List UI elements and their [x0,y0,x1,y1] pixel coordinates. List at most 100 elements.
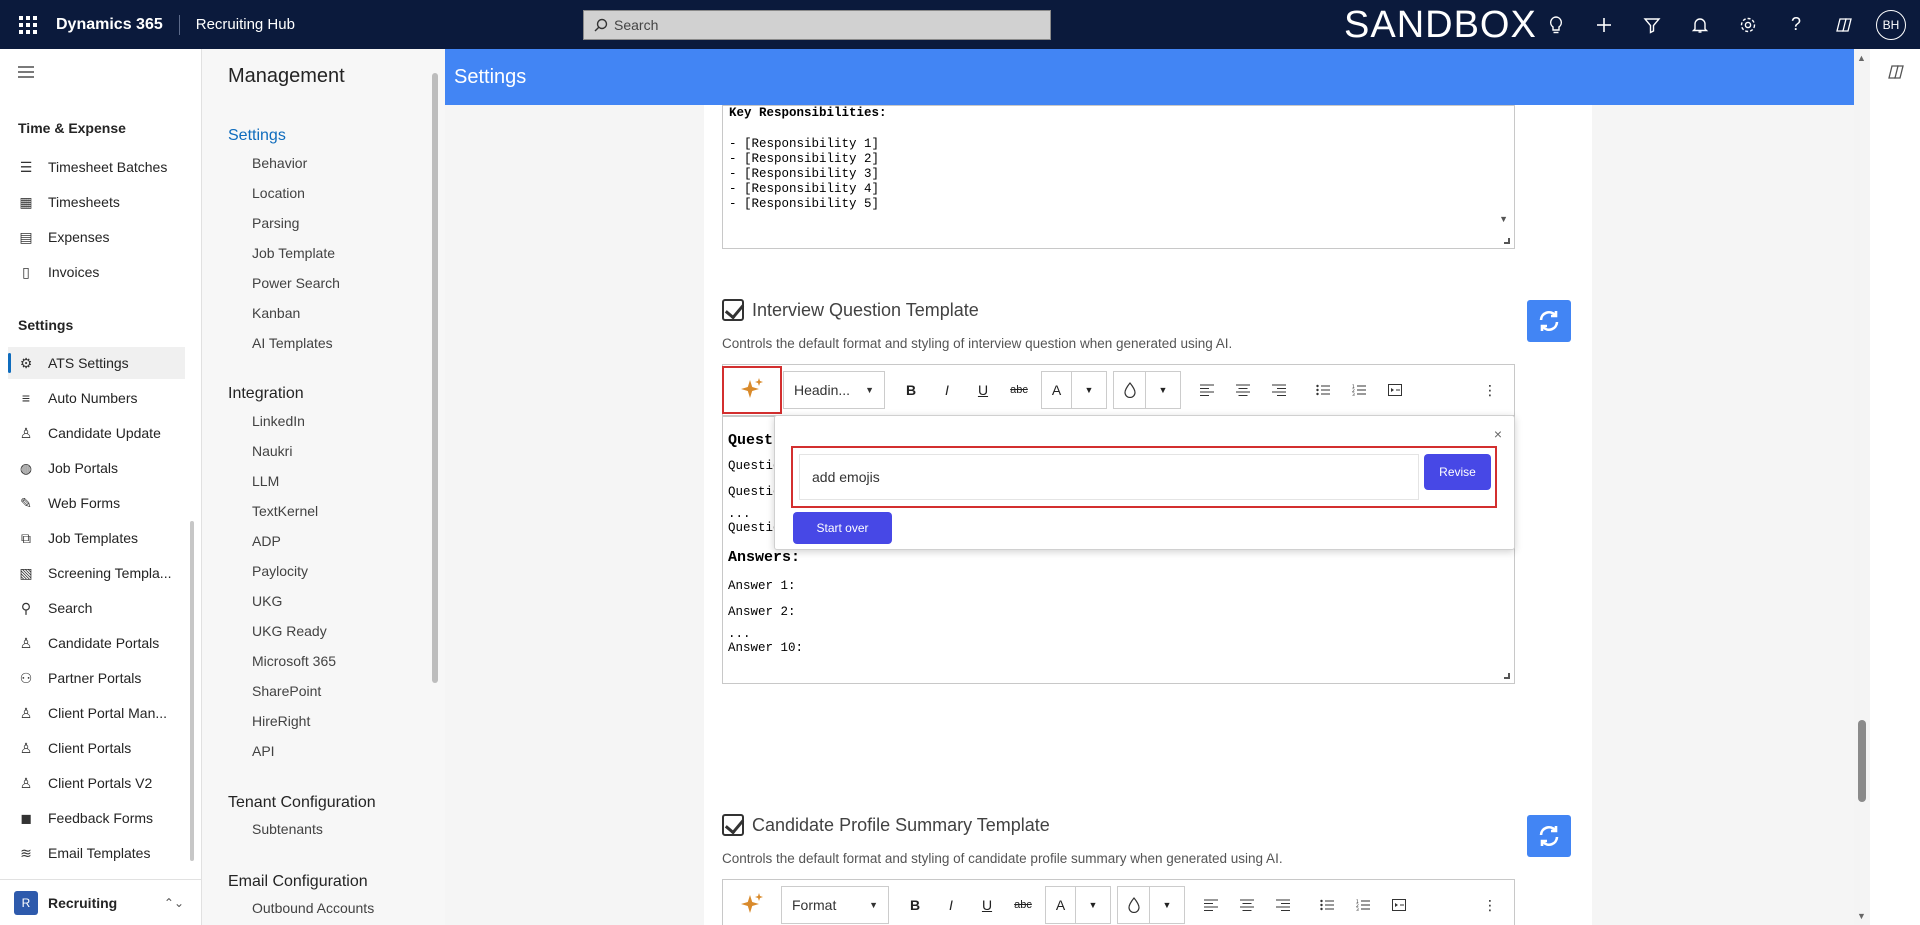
mgmt-link-ai-templates[interactable]: AI Templates [252,335,333,351]
candidate-template-checkbox[interactable] [722,814,744,836]
start-over-button[interactable]: Start over [793,512,892,544]
underline-button[interactable]: U [969,887,1005,923]
indent-icon[interactable] [1381,887,1417,923]
candidate-refresh-button[interactable] [1527,815,1571,857]
app-launcher-icon[interactable] [0,0,56,49]
italic-button[interactable]: I [929,372,965,408]
search-input[interactable]: Search [583,10,1051,40]
bold-button[interactable]: B [893,372,929,408]
mgmt-link-llm[interactable]: LLM [252,473,279,489]
more-options-icon[interactable]: ⋮ [1472,372,1508,408]
resize-handle-icon[interactable] [1504,238,1510,244]
mgmt-link-linkedin[interactable]: LinkedIn [252,413,305,429]
mgmt-link-parsing[interactable]: Parsing [252,215,299,231]
mgmt-link-hireright[interactable]: HireRight [252,713,310,729]
mgmt-link-outbound-accounts[interactable]: Outbound Accounts [252,900,374,916]
page-scrollbar-thumb[interactable] [1858,720,1866,802]
sidebar-item-feedback-forms[interactable]: ◼ Feedback Forms [8,802,185,834]
interview-template-checkbox[interactable] [722,299,744,321]
interview-refresh-button[interactable] [1527,300,1571,342]
plus-icon[interactable] [1580,0,1628,49]
mgmt-link-textkernel[interactable]: TextKernel [252,503,318,519]
align-right-icon[interactable] [1261,372,1297,408]
sidebar-item-job-templates[interactable]: ⧉ Job Templates [8,522,185,554]
job-template-editor[interactable]: Key Responsibilities: - [Responsibility … [722,105,1515,249]
font-color-button[interactable]: A [1042,372,1072,408]
mgmt-link-kanban[interactable]: Kanban [252,305,300,321]
resize-handle-icon[interactable] [1504,673,1510,679]
brand-name[interactable]: Dynamics 365 [56,14,180,35]
droplet-icon[interactable] [1114,372,1146,408]
sidebar-item-ats-settings[interactable]: ⚙ ATS Settings [8,347,185,379]
more-options-icon[interactable]: ⋮ [1472,887,1508,923]
scroll-up-arrow-icon[interactable]: ▲ [1857,53,1866,63]
paragraph-style-select[interactable]: Format ▼ [781,886,889,924]
ai-assist-button[interactable] [723,882,781,925]
sidebar-item-candidate-portals[interactable]: ♙ Candidate Portals [8,627,185,659]
font-color-dropdown-icon[interactable]: ▼ [1072,372,1106,408]
mgmt-link-ukg[interactable]: UKG [252,593,282,609]
mgmt-link-sharepoint[interactable]: SharePoint [252,683,321,699]
sidebar-item-client-portals[interactable]: ♙ Client Portals [8,732,185,764]
management-scrollbar[interactable] [432,73,438,683]
indent-icon[interactable] [1377,372,1413,408]
hamburger-menu-icon[interactable] [18,65,34,81]
mgmt-link-power-search[interactable]: Power Search [252,275,340,291]
app-name[interactable]: Recruiting Hub [180,16,295,33]
mgmt-link-ukg-ready[interactable]: UKG Ready [252,623,327,639]
align-right-icon[interactable] [1265,887,1301,923]
bold-button[interactable]: B [897,887,933,923]
align-left-icon[interactable] [1189,372,1225,408]
strikethrough-button[interactable]: abc [1001,372,1037,408]
sidebar-item-invoices[interactable]: ▯ Invoices [8,256,185,288]
copilot-icon[interactable] [1887,63,1905,84]
sidebar-item-timesheets[interactable]: ▦ Timesheets [8,186,185,218]
sidebar-item-web-forms[interactable]: ✎ Web Forms [8,487,185,519]
font-color-dropdown-icon[interactable]: ▼ [1076,887,1110,923]
filter-icon[interactable] [1628,0,1676,49]
font-color-button[interactable]: A [1046,887,1076,923]
mgmt-link-microsoft-365[interactable]: Microsoft 365 [252,653,336,669]
sidebar-item-partner-portals[interactable]: ⚇ Partner Portals [8,662,185,694]
mgmt-link-job-template[interactable]: Job Template [252,245,335,261]
droplet-icon[interactable] [1118,887,1150,923]
sidebar-item-auto-numbers[interactable]: ≡ Auto Numbers [8,382,185,414]
italic-button[interactable]: I [933,887,969,923]
close-icon[interactable]: × [1494,426,1502,442]
numbered-list-icon[interactable]: 123 [1345,887,1381,923]
copilot-icon[interactable] [1820,0,1868,49]
sidebar-item-job-portals[interactable]: ◍ Job Portals [8,452,185,484]
mgmt-link-naukri[interactable]: Naukri [252,443,292,459]
management-section-settings[interactable]: Settings [228,127,286,145]
ai-assist-button[interactable] [722,366,782,414]
highlight-dropdown-icon[interactable]: ▼ [1150,887,1184,923]
scroll-down-arrow-icon[interactable]: ▼ [1499,214,1508,224]
bell-icon[interactable] [1676,0,1724,49]
revise-button[interactable]: Revise [1424,454,1491,490]
mgmt-link-api[interactable]: API [252,743,275,759]
sidebar-item-client-portal-management[interactable]: ♙ Client Portal Man... [8,697,185,729]
sidebar-item-email-templates[interactable]: ≋ Email Templates [8,837,185,869]
bulleted-list-icon[interactable] [1305,372,1341,408]
align-center-icon[interactable] [1225,372,1261,408]
sidebar-item-expenses[interactable]: ▤ Expenses [8,221,185,253]
highlight-dropdown-icon[interactable]: ▼ [1146,372,1180,408]
mgmt-link-adp[interactable]: ADP [252,533,281,549]
area-switcher[interactable]: R Recruiting ⌃⌄ [0,879,202,925]
sidebar-item-candidate-update[interactable]: ♙ Candidate Update [8,417,185,449]
sidebar-scrollbar[interactable] [190,521,194,861]
mgmt-link-subtenants[interactable]: Subtenants [252,821,323,837]
mgmt-link-location[interactable]: Location [252,185,305,201]
strikethrough-button[interactable]: abc [1005,887,1041,923]
help-icon[interactable]: ? [1772,0,1820,49]
underline-button[interactable]: U [965,372,1001,408]
avatar[interactable]: BH [1876,9,1906,40]
align-center-icon[interactable] [1229,887,1265,923]
numbered-list-icon[interactable]: 123 [1341,372,1377,408]
paragraph-style-select[interactable]: Headin... ▼ [783,371,885,409]
ai-prompt-input[interactable]: add emojis [799,454,1419,500]
bulleted-list-icon[interactable] [1309,887,1345,923]
sidebar-item-search[interactable]: ⚲ Search [8,592,185,624]
sidebar-item-timesheet-batches[interactable]: ☰ Timesheet Batches [8,151,185,183]
gear-icon[interactable] [1724,0,1772,49]
